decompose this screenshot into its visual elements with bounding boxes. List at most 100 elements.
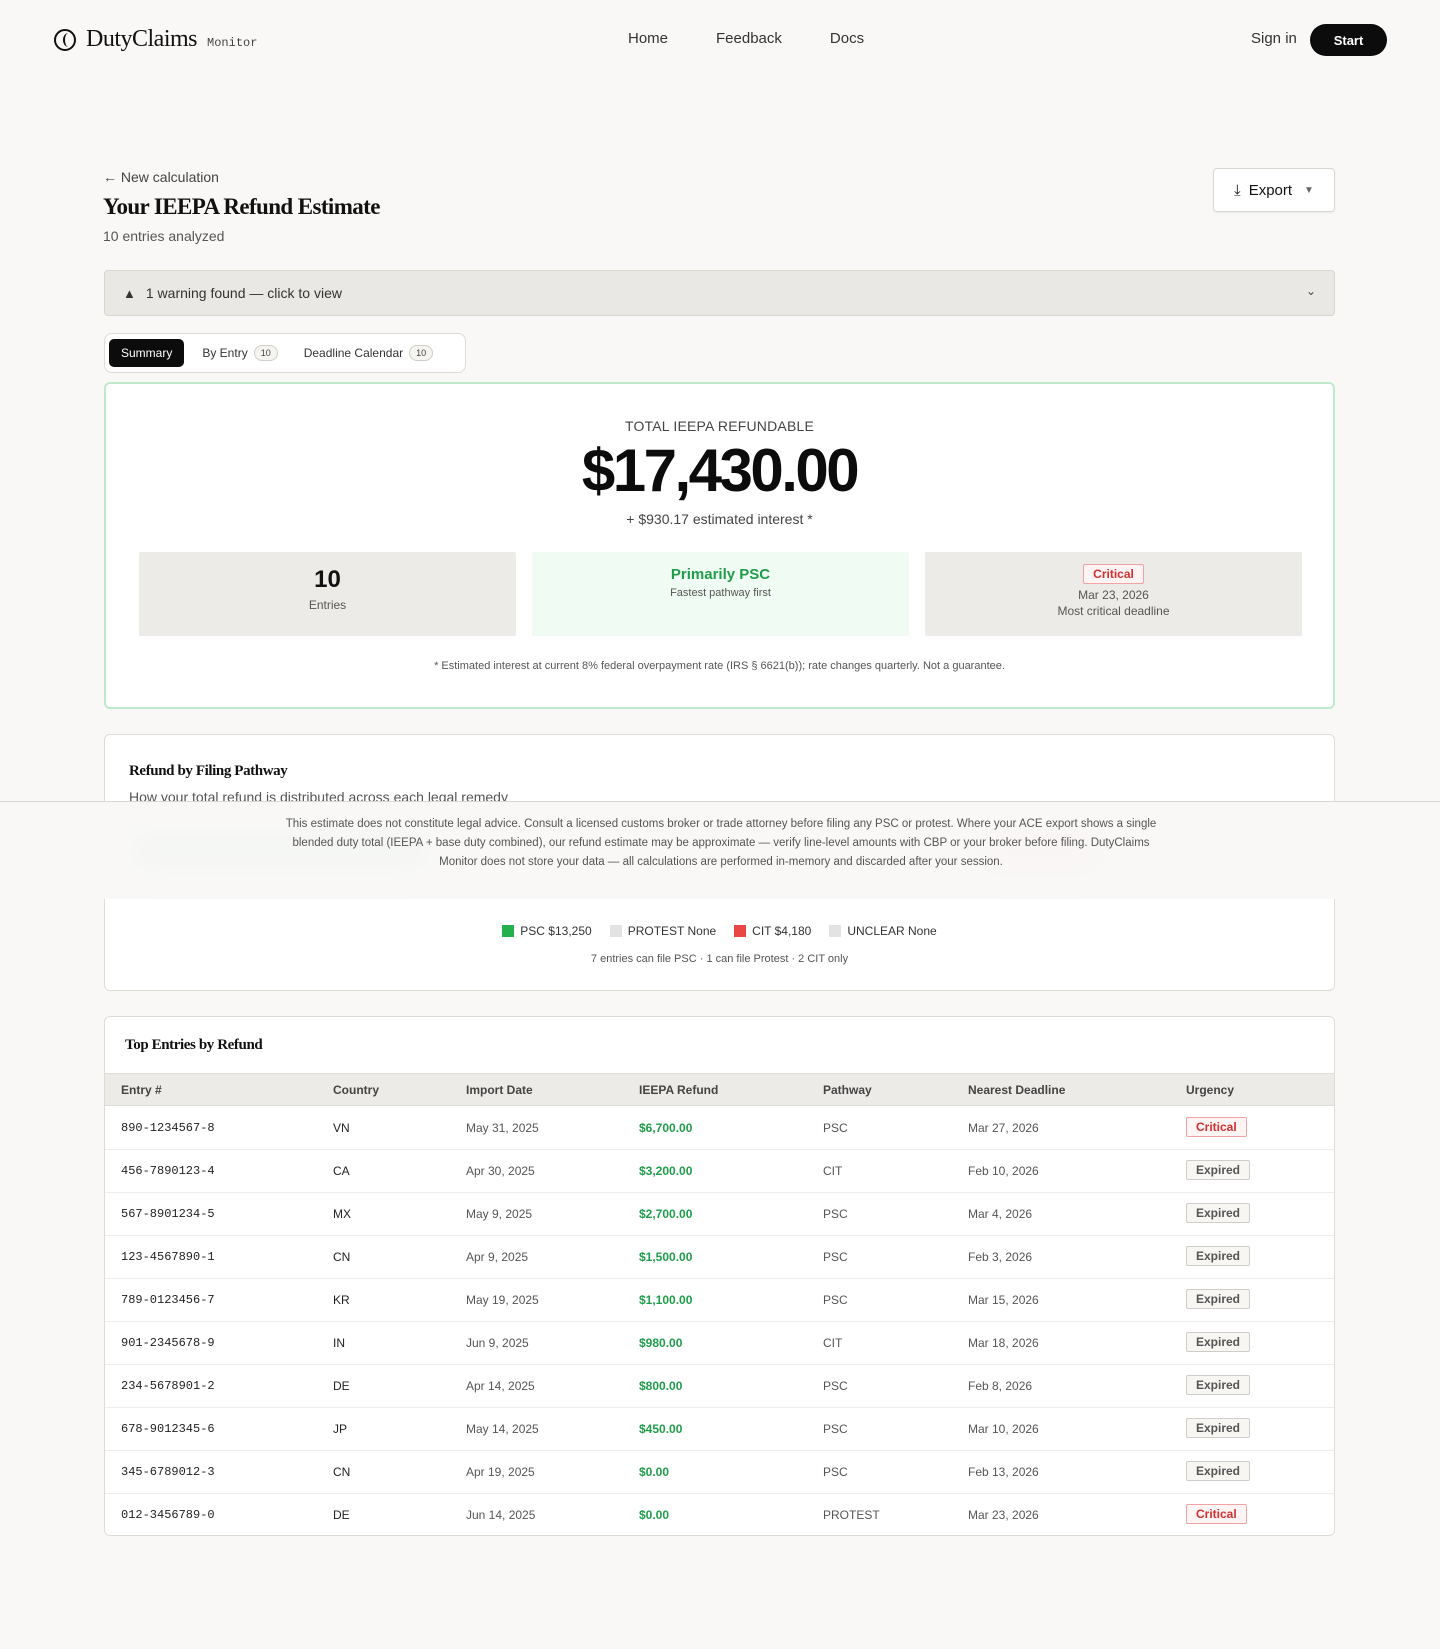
pathway-note: Fastest pathway first bbox=[670, 587, 771, 599]
urgency-cell: Critical bbox=[1186, 1504, 1247, 1524]
column-header-entry[interactable]: Entry # bbox=[121, 1083, 162, 1097]
brand-logo[interactable]: DutyClaims Monitor bbox=[54, 26, 257, 53]
legend-swatch-cit bbox=[734, 925, 747, 937]
pathway-value: PSC bbox=[823, 1121, 848, 1135]
export-label: Export bbox=[1248, 181, 1293, 199]
urgency-badge: Expired bbox=[1186, 1418, 1251, 1438]
legend-label: CIT $4,180 bbox=[752, 924, 812, 938]
download-icon: ⤓ bbox=[1234, 181, 1241, 199]
refund-amount: $1,100.00 bbox=[639, 1293, 693, 1307]
brand-name: DutyClaims bbox=[86, 26, 198, 52]
summary-card: TOTAL IEEPA REFUNDABLE $17,430.00 + $930… bbox=[104, 382, 1335, 709]
nav-link-home[interactable]: Home bbox=[628, 30, 668, 47]
pathway-value: PSC bbox=[823, 1422, 848, 1436]
legend-swatch-unclear bbox=[829, 925, 842, 937]
tab-count-badge: 10 bbox=[409, 345, 434, 361]
column-header-refund[interactable]: IEEPA Refund bbox=[639, 1083, 718, 1097]
import-date: May 9, 2025 bbox=[466, 1207, 533, 1221]
import-date: Jun 9, 2025 bbox=[466, 1336, 529, 1350]
tab-label: By Entry bbox=[202, 346, 248, 360]
start-button[interactable]: Start bbox=[1310, 24, 1387, 56]
country-code: CN bbox=[333, 1465, 351, 1479]
pathway-breakdown-note: 7 entries can file PSC · 1 can file Prot… bbox=[590, 953, 849, 965]
urgency-badge: Critical bbox=[1186, 1504, 1247, 1524]
deadline-date: Feb 8, 2026 bbox=[968, 1379, 1033, 1393]
urgency-badge: Expired bbox=[1186, 1332, 1251, 1352]
legend-label: PROTEST None bbox=[627, 924, 717, 938]
refund-amount: $3,200.00 bbox=[639, 1164, 693, 1178]
entries-count: 10 bbox=[314, 566, 341, 593]
urgency-cell: Expired bbox=[1186, 1418, 1251, 1438]
table-row[interactable]: 012-3456789-0 DE Jun 14, 2025 $0.00 PROTEST M… bbox=[105, 1494, 1334, 1535]
column-header-pathway[interactable]: Pathway bbox=[823, 1083, 872, 1097]
table-row[interactable]: 567-8901234-5 MX May 9, 2025 $2,700.00 PSC Ma… bbox=[105, 1193, 1334, 1236]
tab-by-entry[interactable]: By Entry 10 bbox=[194, 339, 285, 367]
column-header-country[interactable]: Country bbox=[333, 1083, 379, 1097]
entries-label: Entries bbox=[308, 598, 347, 612]
pathway-stat: Primarily PSC Fastest pathway first bbox=[532, 552, 909, 636]
logo-icon bbox=[54, 28, 76, 51]
new-calculation-link[interactable]: ← New calculation bbox=[103, 169, 219, 185]
nav-link-feedback[interactable]: Feedback bbox=[716, 30, 782, 47]
primary-pathway: Primarily PSC bbox=[670, 566, 771, 583]
entry-number: 789-0123456-7 bbox=[121, 1293, 215, 1307]
urgency-badge: Expired bbox=[1186, 1246, 1251, 1266]
sign-in-link[interactable]: Sign in bbox=[1251, 30, 1297, 47]
country-code: VN bbox=[333, 1121, 350, 1135]
import-date: Jun 14, 2025 bbox=[466, 1508, 536, 1522]
deadline-date: Feb 3, 2026 bbox=[968, 1250, 1033, 1264]
tab-label: Summary bbox=[121, 346, 173, 360]
country-code: DE bbox=[333, 1379, 350, 1393]
table-row[interactable]: 234-5678901-2 DE Apr 14, 2025 $800.00 PSC Feb… bbox=[105, 1365, 1334, 1408]
refund-amount: $800.00 bbox=[639, 1379, 683, 1393]
table-row[interactable]: 789-0123456-7 KR May 19, 2025 $1,100.00 PSC M… bbox=[105, 1279, 1334, 1322]
import-date: May 19, 2025 bbox=[466, 1293, 539, 1307]
urgency-cell: Expired bbox=[1186, 1375, 1251, 1395]
urgency-badge: Expired bbox=[1186, 1160, 1251, 1180]
urgency-cell: Expired bbox=[1186, 1461, 1251, 1481]
table-row[interactable]: 890-1234567-8 VN May 31, 2025 $6,700.00 PSC M… bbox=[105, 1107, 1334, 1150]
tab-summary[interactable]: Summary bbox=[109, 339, 185, 367]
import-date: Apr 30, 2025 bbox=[466, 1164, 535, 1178]
urgency-badge: Expired bbox=[1186, 1461, 1251, 1481]
entry-number: 123-4567890-1 bbox=[121, 1250, 215, 1264]
warning-text: 1 warning found — click to view bbox=[145, 285, 342, 301]
table-row[interactable]: 901-2345678-9 IN Jun 9, 2025 $980.00 CIT Mar … bbox=[105, 1322, 1334, 1365]
critical-badge: Critical bbox=[1083, 564, 1144, 584]
page-title: Your IEEPA Refund Estimate bbox=[103, 194, 380, 219]
table-row[interactable]: 123-4567890-1 CN Apr 9, 2025 $1,500.00 PSC Fe… bbox=[105, 1236, 1334, 1279]
pathway-legend: PSC $13,250 PROTEST None CIT $4,180 UNCL… bbox=[105, 924, 1334, 938]
warning-banner[interactable]: ▲ 1 warning found — click to view ⌄ bbox=[104, 270, 1335, 316]
table-row[interactable]: 456-7890123-4 CA Apr 30, 2025 $3,200.00 CIT F… bbox=[105, 1150, 1334, 1193]
deadline-date: Mar 15, 2026 bbox=[968, 1293, 1039, 1307]
tab-deadline-calendar[interactable]: Deadline Calendar 10 bbox=[296, 339, 441, 367]
pathway-value: CIT bbox=[823, 1164, 843, 1178]
pathway-value: PSC bbox=[823, 1207, 848, 1221]
column-header-deadline[interactable]: Nearest Deadline bbox=[968, 1083, 1065, 1097]
entry-number: 012-3456789-0 bbox=[121, 1508, 215, 1522]
export-button[interactable]: ⤓ Export ▼ bbox=[1213, 168, 1335, 212]
refund-amount: $0.00 bbox=[639, 1465, 670, 1479]
urgency-cell: Expired bbox=[1186, 1289, 1251, 1309]
refund-amount: $0.00 bbox=[639, 1508, 670, 1522]
column-header-import-date[interactable]: Import Date bbox=[466, 1083, 533, 1097]
pathway-value: PSC bbox=[823, 1293, 848, 1307]
urgency-cell: Expired bbox=[1186, 1246, 1251, 1266]
country-code: IN bbox=[333, 1336, 345, 1350]
urgency-cell: Expired bbox=[1186, 1203, 1251, 1223]
chevron-down-icon: ▼ bbox=[1304, 184, 1314, 196]
country-code: DE bbox=[333, 1508, 350, 1522]
country-code: JP bbox=[333, 1422, 348, 1436]
entries-stat: 10 Entries bbox=[139, 552, 516, 636]
urgency-badge: Expired bbox=[1186, 1375, 1251, 1395]
legend-swatch-psc bbox=[502, 925, 515, 937]
nav-link-docs[interactable]: Docs bbox=[830, 30, 864, 47]
column-header-urgency[interactable]: Urgency bbox=[1186, 1083, 1234, 1097]
table-row[interactable]: 345-6789012-3 CN Apr 19, 2025 $0.00 PSC Feb 1… bbox=[105, 1451, 1334, 1494]
table-row[interactable]: 678-9012345-6 JP May 14, 2025 $450.00 PSC Mar… bbox=[105, 1408, 1334, 1451]
entry-number: 890-1234567-8 bbox=[121, 1121, 215, 1135]
urgency-badge: Expired bbox=[1186, 1203, 1251, 1223]
urgency-cell: Critical bbox=[1186, 1117, 1247, 1137]
pathway-value: PSC bbox=[823, 1250, 848, 1264]
view-tabs: Summary By Entry 10 Deadline Calendar 10 bbox=[104, 333, 466, 373]
